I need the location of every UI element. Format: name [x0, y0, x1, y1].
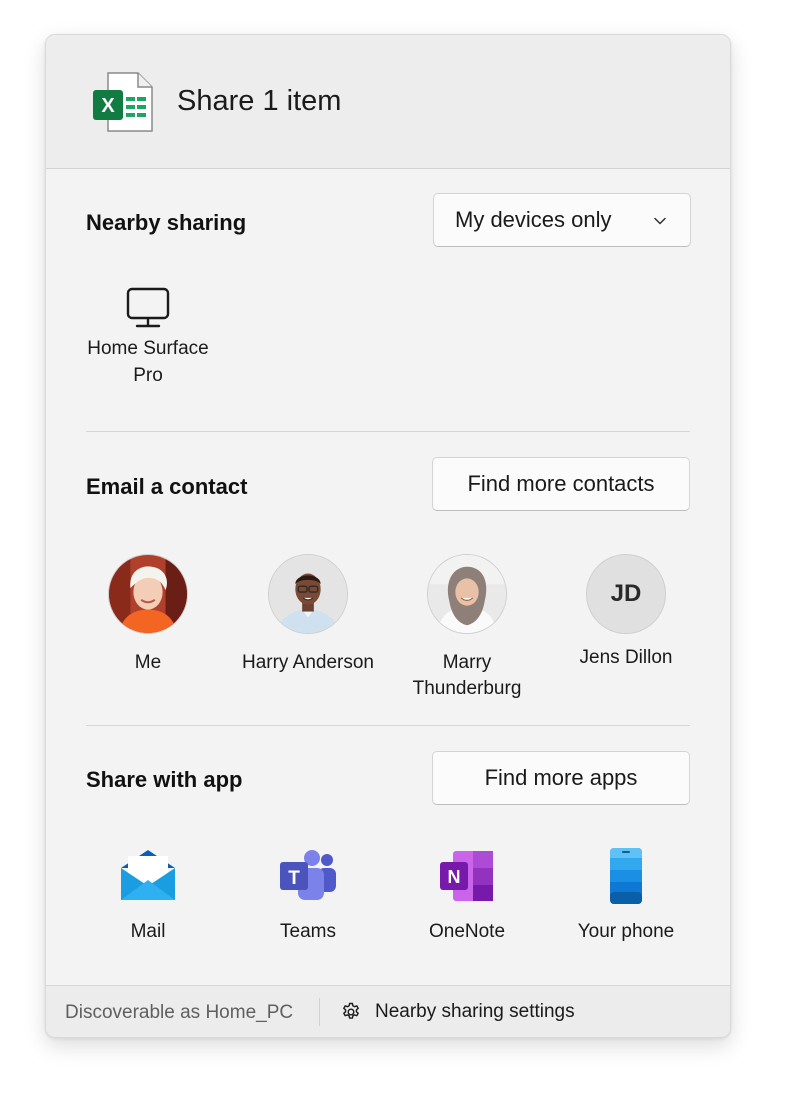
footer-divider — [319, 998, 320, 1026]
email-contact-heading: Email a contact — [86, 474, 248, 499]
dialog-footer: Discoverable as Home_PC Nearby sharing s… — [46, 985, 730, 1037]
teams-icon: T — [280, 850, 336, 900]
app-label: Teams — [280, 921, 336, 942]
contact-marry-thunderburg[interactable]: Marry Thunderburg — [387, 554, 547, 702]
app-mail[interactable]: Mail — [68, 848, 228, 943]
app-your-phone[interactable]: Your phone — [546, 848, 706, 943]
find-more-contacts-button[interactable]: Find more contacts — [432, 457, 690, 511]
contact-name: Marry Thunderburg — [412, 652, 522, 699]
share-dialog: X Share 1 item Nearby sharing My devices… — [45, 34, 731, 1038]
nearby-sharing-heading: Nearby sharing — [86, 210, 247, 235]
app-label: Mail — [130, 921, 166, 942]
contact-name: Me — [134, 652, 162, 673]
mail-icon — [121, 850, 175, 900]
device-home-surface-pro[interactable]: Home Surface Pro — [79, 287, 217, 389]
app-label: Your phone — [577, 921, 675, 942]
avatar — [427, 554, 507, 634]
contact-harry-anderson[interactable]: Harry Anderson — [228, 554, 388, 676]
dialog-title: Share 1 item — [177, 85, 342, 117]
dialog-header: X Share 1 item — [46, 35, 730, 169]
app-onenote[interactable]: N OneNote — [387, 848, 547, 943]
svg-text:X: X — [101, 95, 115, 117]
settings-label: Nearby sharing settings — [375, 1001, 575, 1022]
contact-jens-dillon[interactable]: JD Jens Dillon — [546, 554, 706, 671]
device-label: Home Surface Pro — [87, 338, 209, 386]
avatar-initials: JD — [586, 554, 666, 634]
phone-icon — [610, 848, 642, 904]
contact-name: Jens Dillon — [579, 647, 673, 668]
discoverable-status: Discoverable as Home_PC — [65, 1002, 294, 1023]
find-more-apps-button[interactable]: Find more apps — [432, 751, 690, 805]
contact-me[interactable]: Me — [68, 554, 228, 676]
svg-text:T: T — [288, 868, 300, 889]
avatar — [108, 554, 188, 634]
gear-icon — [343, 1002, 359, 1019]
avatar — [268, 554, 348, 634]
excel-file-icon: X — [93, 72, 153, 132]
dropdown-value: My devices only — [455, 207, 612, 232]
onenote-icon: N — [440, 851, 493, 901]
chevron-down-icon — [654, 217, 666, 225]
app-teams[interactable]: T Teams — [228, 848, 388, 943]
monitor-icon — [126, 287, 170, 328]
app-label: OneNote — [428, 921, 506, 942]
contact-name: Harry Anderson — [241, 652, 374, 673]
section-divider — [86, 725, 690, 726]
section-divider — [86, 431, 690, 432]
nearby-sharing-settings-link[interactable]: Nearby sharing settings — [341, 997, 575, 1027]
svg-text:N: N — [448, 867, 461, 887]
share-with-app-heading: Share with app — [86, 767, 243, 792]
nearby-sharing-dropdown[interactable]: My devices only — [433, 193, 691, 247]
